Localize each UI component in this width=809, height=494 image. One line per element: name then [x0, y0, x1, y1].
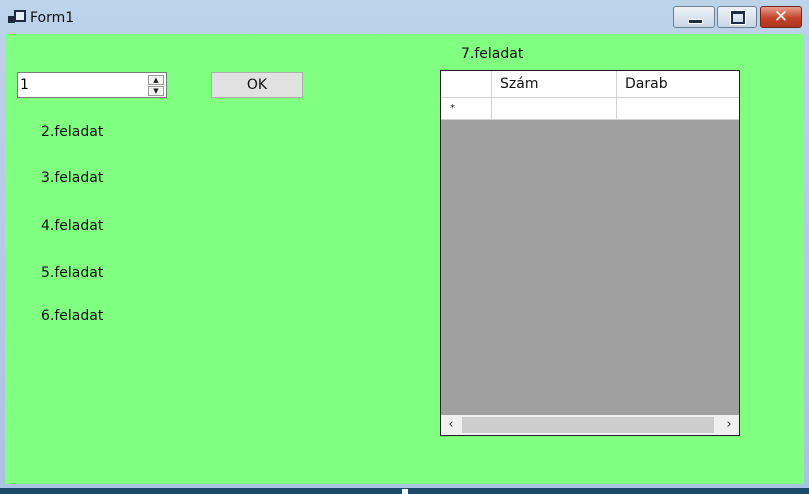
column-header-darab[interactable]: Darab — [617, 71, 739, 98]
form-window: Form1 ✕ ▲ ▼ OK 2.feladat 3.feladat 4.fel… — [0, 0, 809, 494]
new-row-icon: * — [450, 103, 455, 114]
scroll-thumb[interactable] — [462, 417, 714, 433]
minimize-button[interactable] — [673, 6, 715, 28]
label-6-feladat: 6.feladat — [41, 308, 104, 324]
label-3-feladat: 3.feladat — [41, 170, 104, 186]
number-updown[interactable]: ▲ ▼ — [17, 72, 167, 98]
spin-up-icon[interactable]: ▲ — [148, 75, 164, 85]
title-bar[interactable]: Form1 ✕ — [0, 0, 809, 34]
minimize-icon — [688, 19, 703, 24]
taskbar-marker — [402, 489, 408, 494]
data-grid[interactable]: Szám Darab * ‹ › — [440, 70, 740, 436]
new-row-header[interactable]: * — [441, 98, 492, 120]
grid-corner-header[interactable] — [441, 71, 492, 98]
label-7-feladat: 7.feladat — [461, 46, 524, 62]
spin-down-icon[interactable]: ▼ — [148, 86, 164, 96]
close-button[interactable]: ✕ — [760, 6, 802, 28]
scroll-left-icon[interactable]: ‹ — [441, 415, 461, 435]
new-row-cell-darab[interactable] — [617, 98, 739, 120]
label-4-feladat: 4.feladat — [41, 218, 104, 234]
scroll-right-icon[interactable]: › — [719, 415, 739, 435]
column-header-szam[interactable]: Szám — [492, 71, 617, 98]
app-icon — [8, 10, 26, 26]
horizontal-scrollbar[interactable]: ‹ › — [441, 415, 739, 435]
maximize-button[interactable] — [717, 6, 757, 28]
close-icon: ✕ — [773, 7, 789, 27]
new-row-cell-szam[interactable] — [492, 98, 617, 120]
maximize-icon — [730, 10, 746, 25]
window-title: Form1 — [30, 10, 75, 26]
form-client-area: ▲ ▼ OK 2.feladat 3.feladat 4.feladat 5.f… — [5, 34, 804, 484]
label-5-feladat: 5.feladat — [41, 265, 104, 281]
label-2-feladat: 2.feladat — [41, 124, 104, 140]
number-input[interactable] — [20, 75, 144, 95]
ok-button[interactable]: OK — [211, 72, 303, 98]
